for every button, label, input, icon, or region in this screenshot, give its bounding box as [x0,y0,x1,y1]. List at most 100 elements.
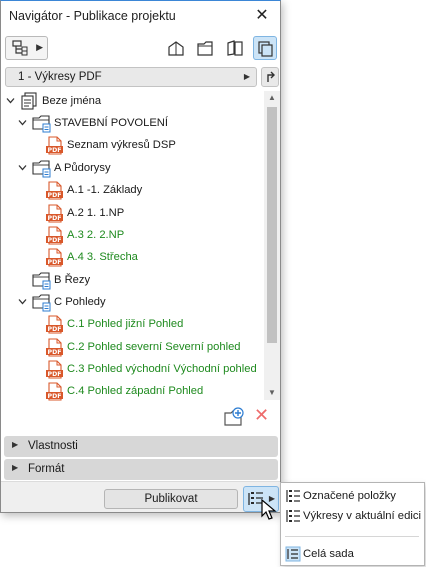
chevron-right-icon: ▶ [243,72,250,81]
list-full-set-icon [285,546,301,562]
pdf-file-icon: PDF [46,204,63,223]
tree-item-label: STAVEBNÍ POVOLENÍ [54,117,168,129]
tree-item-label: Seznam výkresů DSP [67,139,176,151]
list-edition-icon [286,510,300,522]
tree-item[interactable]: PDF A.4 3. Střecha [31,247,264,268]
expand-chevron-icon[interactable] [6,96,15,105]
menu-separator [285,536,419,537]
publisher-set-selected: 1 - Výkresy PDF [18,71,102,83]
set-folder-icon [32,272,51,290]
tree-item[interactable]: A Půdorysy [18,158,264,179]
chevron-right-icon: ▶ [36,42,43,52]
title-bar: Navigátor - Publikace projektu ✕ [1,1,280,31]
set-folder-icon [32,115,51,133]
menu-item-label: Označené položky [303,490,396,502]
tree-scrollbar[interactable]: ▲ ▼ [264,91,280,400]
scroll-up-arrow-icon[interactable]: ▲ [264,91,280,105]
tree-item[interactable]: PDF C.2 Pohled severní Severní pohled [31,337,264,358]
svg-text:PDF: PDF [48,326,62,333]
pdf-file-icon: PDF [46,248,63,267]
svg-text:PDF: PDF [48,393,62,400]
view-map-button[interactable] [193,36,217,60]
publisher-sets-icon [258,41,273,57]
tree-item-label: C.1 Pohled jižní Pohled [67,318,184,330]
tree-item[interactable]: PDF C.3 Pohled východní Východní pohled [31,359,264,380]
menu-item-selected-items[interactable]: Označené položky [281,486,424,506]
tree-item[interactable]: PDF C.4 Pohled západní Pohled [31,381,264,402]
go-up-button[interactable] [261,67,279,87]
tree-item-label: C Pohledy [54,296,106,308]
expand-chevron-icon[interactable] [18,118,27,127]
list-selected-icon [286,490,300,502]
tree-item-label: A.3 2. 2.NP [67,229,125,241]
tree-item-label: C.4 Pohled západní Pohled [67,385,204,397]
tree-view-mode-button[interactable]: ▶ [5,36,48,60]
navigator-window: Navigátor - Publikace projektu ✕ ▶ 1 - V… [0,0,281,513]
close-icon[interactable]: ✕ [251,5,273,27]
tree-item[interactable]: PDF C.1 Pohled jižní Pohled [31,314,264,335]
layout-book-button[interactable] [223,36,247,60]
pdf-file-icon: PDF [46,181,63,200]
tree-item[interactable]: Beze jména [6,91,264,112]
svg-text:PDF: PDF [48,349,62,356]
chevron-right-icon: ▶ [12,440,19,449]
scroll-down-arrow-icon[interactable]: ▼ [264,386,280,400]
mouse-pointer-icon [261,499,277,520]
tree-item[interactable]: PDF A.1 -1. Základy [31,180,264,201]
svg-text:PDF: PDF [48,215,62,222]
set-folder-icon [32,160,51,178]
project-map-icon [168,41,184,56]
pdf-file-icon: PDF [46,226,63,245]
scroll-thumb[interactable] [267,107,277,343]
navigator-toolbar: ▶ [1,33,280,63]
section-label: Formát [28,463,65,475]
window-title: Navigátor - Publikace projektu [9,9,176,23]
menu-item-label: Celá sada [303,548,354,560]
pdf-file-icon: PDF [46,360,63,379]
menu-item-current-edition[interactable]: Výkresy v aktuální edici [281,506,424,526]
menu-item-whole-set[interactable]: Celá sada [281,544,424,564]
publisher-root-icon [21,92,37,110]
tree-item-label: C.3 Pohled východní Východní pohled [67,363,257,375]
publisher-sets-button[interactable] [253,36,277,60]
view-map-icon [197,41,213,56]
arrow-up-icon [267,71,275,82]
expand-chevron-icon[interactable] [18,297,27,306]
pdf-file-icon: PDF [46,382,63,401]
tree-item[interactable]: B Řezy [18,270,264,291]
pdf-file-icon: PDF [46,136,63,155]
set-folder-icon [32,294,51,312]
tree-item-label: A Půdorysy [54,162,111,174]
tree-item[interactable]: STAVEBNÍ POVOLENÍ [18,113,264,134]
tree-view-icon [12,40,28,56]
tree-item-label: A.1 -1. Základy [67,184,143,196]
publisher-set-bar: 1 - Výkresy PDF ▶ [5,67,279,87]
chevron-right-icon: ▶ [12,463,19,472]
tree-item-label: C.2 Pohled severní Severní pohled [67,341,241,353]
tree-item[interactable]: PDF Seznam výkresů DSP [31,135,264,156]
tree-item-label: B Řezy [54,274,91,286]
tree-item-label: Beze jména [42,95,102,107]
svg-text:PDF: PDF [48,147,62,154]
tree-item-label: A.4 3. Střecha [67,251,138,263]
delete-icon[interactable]: ✕ [254,406,269,424]
format-section[interactable]: ▶ Formát [4,459,278,480]
pdf-file-icon: PDF [46,315,63,334]
project-map-button[interactable] [164,36,188,60]
tree-actions-bar: ✕ [1,401,280,431]
layout-book-icon [227,40,243,56]
publisher-set-dropdown[interactable]: 1 - Výkresy PDF ▶ [5,67,257,87]
tree-item[interactable]: C Pohledy [18,292,264,313]
svg-text:PDF: PDF [48,259,62,266]
publisher-tree: Beze jména STAVEBNÍ POVOLENÍ PDF Seznam výk… [4,91,280,402]
tree-item[interactable]: PDF A.2 1. 1.NP [31,203,264,224]
new-folder-icon[interactable] [223,407,245,427]
properties-section[interactable]: ▶ Vlastnosti [4,436,278,457]
tree-item[interactable]: PDF A.3 2. 2.NP [31,225,264,246]
tree-item-label: A.2 1. 1.NP [67,207,125,219]
expand-chevron-icon[interactable] [18,163,27,172]
publish-button[interactable]: Publikovat [104,489,238,509]
svg-text:PDF: PDF [48,371,62,378]
svg-text:PDF: PDF [48,237,62,244]
pdf-file-icon: PDF [46,338,63,357]
